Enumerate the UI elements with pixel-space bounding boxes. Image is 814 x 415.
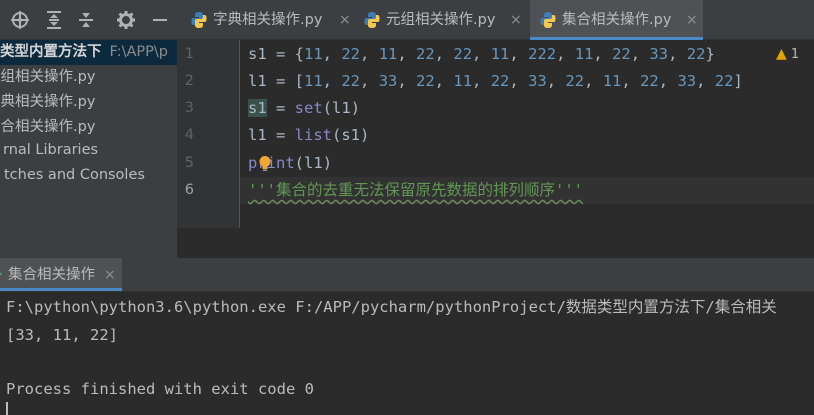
tree-item-scratches[interactable]: tches and Consoles bbox=[0, 163, 177, 188]
console-line: Process finished with exit code 0 bbox=[6, 380, 314, 398]
tree-folder-label: 类型内置方法下 bbox=[0, 44, 102, 60]
project-tree: 类型内置方法下 F:\APP\p 元组相关操作.py 字典相关操作.py 集合相关… bbox=[0, 40, 177, 258]
tab-close-icon[interactable]: × bbox=[510, 0, 522, 40]
code-line-4[interactable]: l1 = list(s1) bbox=[248, 121, 369, 149]
tab-label: 集合相关操作.py bbox=[562, 12, 672, 28]
target-icon[interactable] bbox=[10, 10, 30, 30]
code-line-6[interactable]: '''集合的去重无法保留原先数据的排列顺序''' bbox=[248, 176, 583, 204]
tab-label: 元组相关操作.py bbox=[386, 12, 496, 28]
tree-item-external-libraries[interactable]: rnal Libraries bbox=[0, 138, 177, 163]
minimize-icon[interactable] bbox=[150, 10, 170, 30]
warning-icon: ▲ bbox=[776, 46, 787, 62]
gear-icon[interactable] bbox=[116, 10, 136, 30]
run-icon bbox=[0, 272, 2, 276]
code-line-2[interactable]: l1 = [11, 22, 33, 22, 11, 22, 33, 22, 11… bbox=[248, 67, 743, 95]
tab-close-icon[interactable]: × bbox=[339, 0, 351, 40]
tree-folder-selected[interactable]: 类型内置方法下 F:\APP\p bbox=[0, 40, 177, 65]
line-number: 1 bbox=[184, 46, 194, 62]
line-number: 4 bbox=[184, 127, 194, 143]
console-line: F:\python\python3.6\python.exe F:/APP/py… bbox=[6, 298, 777, 316]
run-tab-close-icon[interactable]: × bbox=[104, 258, 116, 293]
line-number-gutter[interactable]: 1 2 3 4 5 6 bbox=[177, 40, 240, 228]
code-editor[interactable]: s1 = {11, 22, 11, 22, 22, 11, 222, 11, 2… bbox=[240, 40, 814, 228]
python-file-icon bbox=[364, 12, 380, 28]
tree-item-label: tches and Consoles bbox=[4, 167, 145, 183]
tree-item-label: 元组相关操作.py bbox=[0, 69, 96, 85]
tree-item-set-file[interactable]: 集合相关操作.py bbox=[0, 115, 177, 140]
tab-label: 字典相关操作.py bbox=[213, 12, 323, 28]
warning-count: 1 bbox=[790, 47, 800, 62]
expand-all-icon[interactable] bbox=[44, 10, 64, 30]
tree-folder-path: F:\APP\p bbox=[109, 44, 168, 60]
line-number: 2 bbox=[184, 73, 194, 89]
tree-item-label: rnal Libraries bbox=[3, 142, 99, 158]
python-file-icon bbox=[191, 12, 207, 28]
line-number: 5 bbox=[184, 155, 194, 171]
python-file-icon bbox=[540, 12, 556, 28]
tree-item-tuple-file[interactable]: 元组相关操作.py bbox=[0, 65, 177, 90]
lightbulb-icon[interactable] bbox=[258, 155, 272, 173]
run-console[interactable]: F:\python\python3.6\python.exe F:/APP/py… bbox=[0, 292, 814, 415]
console-cursor bbox=[6, 402, 8, 415]
line-number: 6 bbox=[184, 182, 194, 198]
tab-close-icon[interactable]: × bbox=[686, 0, 698, 40]
run-tab[interactable]: 集合相关操作 × bbox=[0, 258, 122, 291]
project-toolbar bbox=[0, 0, 177, 40]
tree-item-label: 字典相关操作.py bbox=[0, 94, 96, 110]
editor-tab-bar: 字典相关操作.py × 元组相关操作.py × 集合相关操作.py × bbox=[177, 0, 814, 40]
tab-dict-file[interactable]: 字典相关操作.py × bbox=[185, 0, 351, 39]
run-tab-bar: 集合相关操作 × bbox=[0, 258, 814, 292]
collapse-all-icon[interactable] bbox=[76, 10, 96, 30]
console-line: [33, 11, 22] bbox=[6, 326, 118, 344]
line-number: 3 bbox=[184, 100, 194, 116]
code-line-1[interactable]: s1 = {11, 22, 11, 22, 22, 11, 222, 11, 2… bbox=[248, 40, 715, 68]
tree-item-label: 集合相关操作.py bbox=[0, 119, 96, 135]
code-line-3[interactable]: s1 = set(l1) bbox=[248, 94, 360, 122]
tree-item-dict-file[interactable]: 字典相关操作.py bbox=[0, 90, 177, 115]
warning-indicator[interactable]: ▲ 1 bbox=[776, 46, 799, 63]
tab-tuple-file[interactable]: 元组相关操作.py × bbox=[358, 0, 524, 39]
tab-set-file[interactable]: 集合相关操作.py × bbox=[530, 0, 703, 40]
run-tab-label: 集合相关操作 bbox=[8, 267, 95, 283]
